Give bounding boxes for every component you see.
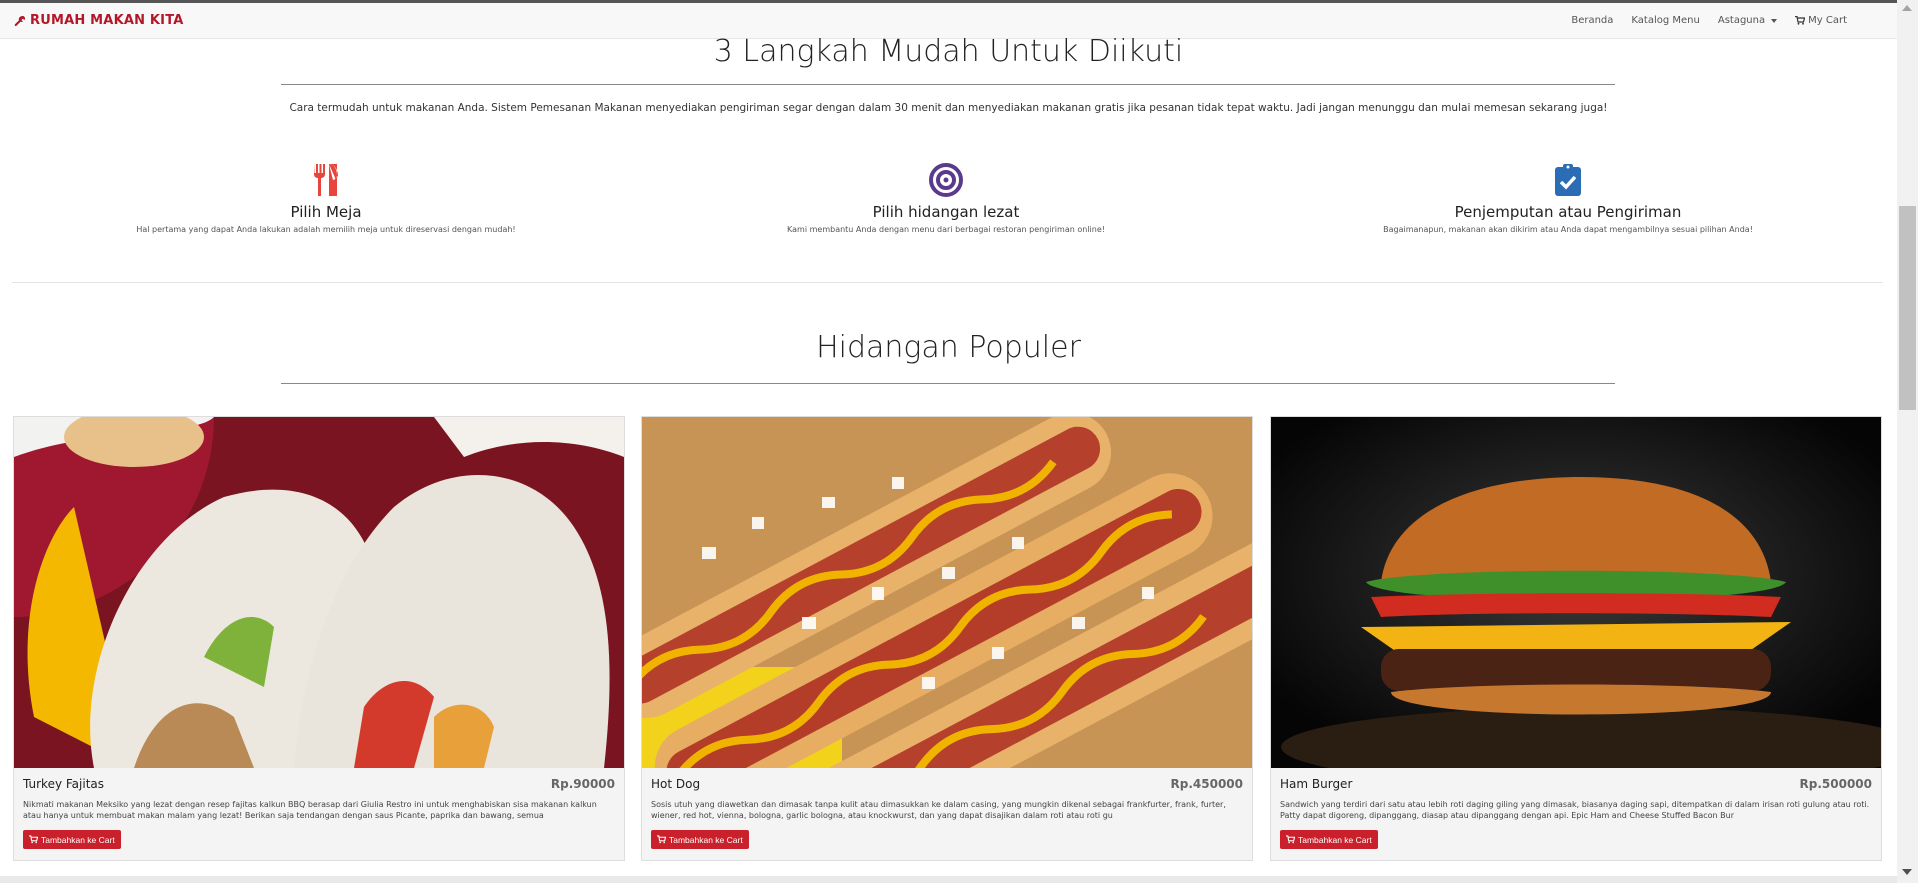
nav-user-dropdown[interactable]: Astaguna (1717, 15, 1778, 26)
menu-card-turkey-fajitas: Turkey Fajitas Rp.90000 Nikmati makanan … (13, 416, 625, 861)
step-description: Hal pertama yang dapat Anda lakukan adal… (136, 225, 516, 234)
add-to-cart-label: Tambahkan ke Cart (1298, 834, 1372, 845)
cart-icon (1795, 16, 1806, 25)
cart-icon (29, 835, 38, 844)
wrench-icon (14, 15, 25, 26)
target-icon (929, 163, 963, 197)
scroll-thumb[interactable] (1899, 206, 1916, 410)
food-image-turkey-fajitas (14, 417, 624, 768)
caret-down-icon (1771, 18, 1778, 23)
food-image-ham-burger (1271, 417, 1881, 768)
menu-item-description: Nikmati makanan Meksiko yang lezat denga… (23, 800, 597, 820)
menu-item-price: Rp.450000 (1170, 777, 1244, 791)
nav-user-label: Astaguna (1717, 15, 1766, 26)
menu-item-price: Rp.90000 (550, 777, 615, 791)
add-to-cart-button[interactable]: Tambahkan ke Cart (23, 830, 121, 849)
nav-catalog-link[interactable]: Katalog Menu (1631, 15, 1699, 26)
brand-name: RUMAH MAKAN KITA (30, 13, 184, 28)
scroll-up-arrow-icon[interactable] (1902, 5, 1912, 11)
menu-item-description: Sandwich yang terdiri dari satu atau leb… (1280, 800, 1870, 820)
step-title: Penjemputan atau Pengiriman (1454, 203, 1682, 221)
section-divider (12, 282, 1883, 283)
menu-item-price: Rp.500000 (1799, 777, 1873, 791)
nav-cart-label: My Cart (1808, 15, 1847, 26)
menu-card-hot-dog: Hot Dog Rp.450000 Sosis utuh yang diawet… (641, 416, 1253, 861)
menu-item-description: Sosis utuh yang diawetkan dan dimasak ta… (651, 800, 1226, 820)
utensils-icon (314, 164, 338, 196)
popular-heading: Hidangan Populer (816, 330, 1081, 365)
brand-logo[interactable]: RUMAH MAKAN KITA (14, 13, 184, 28)
add-to-cart-label: Tambahkan ke Cart (669, 834, 743, 845)
step-description: Kami membantu Anda dengan menu dari berb… (787, 225, 1105, 234)
nav-cart-link[interactable]: My Cart (1795, 15, 1847, 26)
step-title: Pilih Meja (290, 203, 362, 221)
add-to-cart-button[interactable]: Tambahkan ke Cart (1280, 830, 1378, 849)
step-choose-dish: Pilih hidangan lezat Kami membantu Anda … (746, 160, 1146, 234)
scroll-down-arrow-icon[interactable] (1902, 869, 1912, 875)
cart-icon (1286, 835, 1295, 844)
step-pickup-delivery: Penjemputan atau Pengiriman Bagaimanapun… (1368, 160, 1768, 234)
menu-item-name: Ham Burger (1280, 777, 1353, 791)
step-title: Pilih hidangan lezat (872, 203, 1020, 221)
page-scrollbar[interactable] (1897, 0, 1918, 883)
steps-description: Cara termudah untuk makanan Anda. Sistem… (289, 102, 1608, 114)
cart-icon (657, 835, 666, 844)
clipboard-check-icon (1555, 164, 1581, 196)
steps-heading: 3 Langkah Mudah Untuk Diikuti (713, 34, 1184, 69)
menu-item-name: Hot Dog (651, 777, 701, 791)
menu-card-ham-burger: Ham Burger Rp.500000 Sandwich yang terdi… (1270, 416, 1882, 861)
nav-home-link[interactable]: Beranda (1571, 15, 1613, 26)
nav-links: Beranda Katalog Menu Astaguna My Cart (1571, 15, 1847, 26)
add-to-cart-label: Tambahkan ke Cart (41, 834, 115, 845)
step-choose-table: Pilih Meja Hal pertama yang dapat Anda l… (126, 160, 526, 234)
bottom-edge (0, 876, 1897, 883)
step-description: Bagaimanapun, makanan akan dikirim atau … (1383, 225, 1753, 234)
add-to-cart-button[interactable]: Tambahkan ke Cart (651, 830, 749, 849)
food-image-hot-dog (642, 417, 1252, 768)
divider (281, 383, 1615, 384)
divider (281, 84, 1615, 85)
menu-item-name: Turkey Fajitas (23, 777, 104, 791)
